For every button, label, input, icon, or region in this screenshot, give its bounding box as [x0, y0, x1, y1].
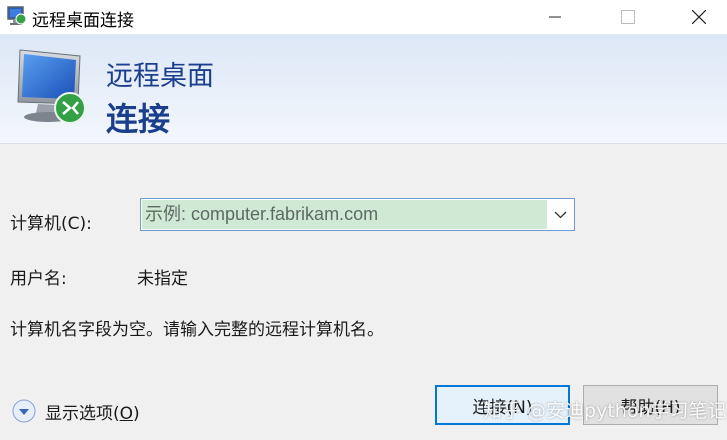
- minimize-icon: [549, 16, 561, 18]
- computer-combobox[interactable]: 示例: computer.fabrikam.com: [140, 198, 575, 231]
- window-title: 远程桌面连接: [32, 11, 134, 31]
- computer-input[interactable]: 示例: computer.fabrikam.com: [142, 200, 547, 229]
- remote-desktop-monitor-icon: [12, 44, 96, 130]
- header-banner: 远程桌面 连接: [0, 34, 727, 144]
- title-bar: 远程桌面连接: [0, 0, 727, 34]
- dropdown-button[interactable]: [547, 199, 574, 230]
- computer-label: 计算机(C):: [10, 214, 92, 234]
- username-label: 用户名:: [10, 269, 67, 289]
- close-icon: [692, 10, 706, 24]
- maximize-icon: [621, 10, 635, 24]
- show-options-label: 显示选项(O): [45, 403, 140, 424]
- status-message: 计算机名字段为空。请输入完整的远程计算机名。: [10, 320, 384, 340]
- expand-circle-icon: [12, 399, 36, 423]
- username-value: 未指定: [137, 269, 188, 289]
- chevron-down-icon: [554, 211, 567, 218]
- help-button[interactable]: 帮助(H): [583, 385, 718, 425]
- connect-button[interactable]: 连接(N): [435, 385, 570, 425]
- banner-title-line2: 连接: [106, 100, 171, 138]
- banner-title-line1: 远程桌面: [106, 61, 214, 92]
- close-button[interactable]: [676, 0, 722, 34]
- maximize-button[interactable]: [605, 0, 651, 34]
- show-options-toggle[interactable]: 显示选项(O): [12, 399, 140, 424]
- minimize-button[interactable]: [532, 0, 578, 34]
- remote-desktop-app-icon: [6, 5, 28, 27]
